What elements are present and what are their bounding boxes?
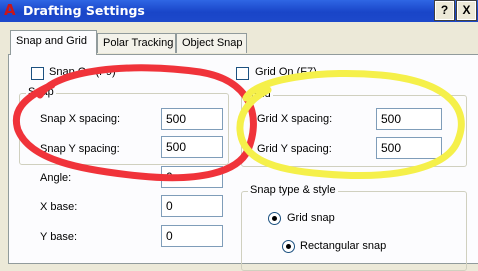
- grid-y-spacing-input[interactable]: [376, 137, 442, 159]
- window-title: Drafting Settings: [23, 3, 145, 18]
- autocad-app-icon: A: [4, 1, 16, 19]
- grid-on-label: Grid On (F7): [255, 66, 317, 78]
- radio-selected-dot: [286, 244, 291, 249]
- x-base-input[interactable]: [161, 195, 223, 217]
- grid-on-checkbox[interactable]: [236, 67, 249, 80]
- title-bar: A Drafting Settings ? X: [0, 0, 478, 22]
- rectangular-snap-label: Rectangular snap: [300, 240, 387, 252]
- snap-x-spacing-input[interactable]: [161, 108, 223, 130]
- snap-y-spacing-label: Snap Y spacing:: [40, 143, 120, 155]
- tab-polar-tracking[interactable]: Polar Tracking: [97, 33, 176, 53]
- angle-input[interactable]: [161, 166, 223, 188]
- y-base-label: Y base:: [40, 231, 78, 243]
- grid-x-spacing-label: Grid X spacing:: [257, 113, 333, 125]
- snap-on-label: Snap On (F9): [49, 66, 116, 78]
- grid-x-spacing-input[interactable]: [376, 108, 442, 130]
- tab-object-snap[interactable]: Object Snap: [176, 33, 247, 53]
- snap-y-spacing-input[interactable]: [161, 136, 223, 158]
- y-base-input[interactable]: [161, 225, 223, 247]
- grid-snap-radio[interactable]: [268, 212, 281, 225]
- grid-y-spacing-label: Grid Y spacing:: [257, 143, 332, 155]
- x-base-label: X base:: [40, 201, 78, 213]
- snap-group-legend: Snap: [26, 86, 56, 98]
- grid-snap-label: Grid snap: [287, 212, 335, 224]
- snap-type-style-group: Snap type & style: [241, 184, 467, 271]
- grid-group-legend: Grid: [248, 88, 273, 100]
- snap-on-checkbox[interactable]: [31, 67, 44, 80]
- tab-panel: Snap On (F9) Grid On (F7) Snap Snap X sp…: [8, 54, 478, 271]
- angle-label: Angle:: [40, 172, 72, 184]
- snap-x-spacing-label: Snap X spacing:: [40, 113, 121, 125]
- snap-type-style-legend: Snap type & style: [248, 184, 338, 196]
- rectangular-snap-radio[interactable]: [282, 240, 295, 253]
- radio-selected-dot: [272, 216, 277, 221]
- close-button[interactable]: X: [456, 0, 477, 21]
- help-button[interactable]: ?: [434, 0, 455, 21]
- tab-strip: Snap and Grid Polar Tracking Object Snap: [0, 22, 478, 56]
- tab-snap-and-grid[interactable]: Snap and Grid: [10, 30, 97, 55]
